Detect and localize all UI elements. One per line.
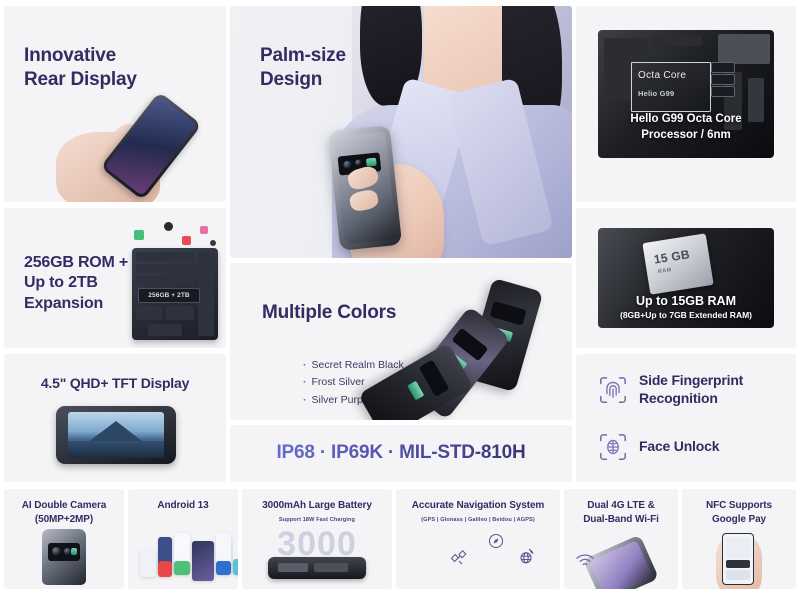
confetti-dot [182,236,191,245]
ram-photo: 15 GB RAM Up to 15GB RAM (8GB+Up to 7GB … [598,228,774,328]
colors-title: Multiple Colors [262,302,397,323]
panel-biometrics: Side Fingerprint Recognition Face Unlock [576,354,796,482]
tile-android-13: Android 13 [128,489,238,589]
compass-icon [488,533,504,554]
panel-certification: IP68 · IP69K · MIL-STD-810H [230,425,572,482]
rear-display-title: Innovative Rear Display [24,45,137,91]
storage-title: 256GB ROM + Up to 2TB Expansion [24,254,129,312]
tile-subtitle: (GPS | Glonass | Galileo | Beidou | AGPS… [421,517,535,523]
feature-face-unlock: Face Unlock [598,432,719,462]
ram-chip-label: RAM [657,267,673,276]
phone-landscape-graphic [56,406,176,464]
phone-side-graphic [268,557,366,579]
certification-text: IP68 · IP69K · MIL-STD-810H [230,442,572,464]
tile-title: AI Double Camera (50MP+2MP) [21,500,107,525]
panel-ram: 15 GB RAM Up to 15GB RAM (8GB+Up to 7GB … [576,208,796,348]
fingerprint-icon [598,375,628,405]
panel-palm-size: Palm-size Design [230,6,572,258]
tile-nfc: NFC Supports Google Pay [682,489,796,589]
face-unlock-icon [598,432,628,462]
android-apps-graphic [140,531,238,583]
product-infographic: Innovative Rear Display 256GB ROM + Up t… [0,0,800,593]
tile-title: Android 13 [157,500,209,511]
panel-colors: Multiple Colors Secret Realm Black Frost… [230,263,572,420]
face-unlock-label: Face Unlock [639,438,720,455]
ram-subcaption: (8GB+Up to 7GB Extended RAM) [620,310,752,320]
tile-title: NFC Supports Google Pay [705,500,773,525]
satellite-icon [450,549,468,572]
tile-title: Dual 4G LTE & Dual-Band Wi-Fi [583,500,659,525]
processor-photo: Octa Core Helio G99 Hello G99 Octa Core … [598,30,774,158]
confetti-dot [164,222,173,231]
ram-chip-size: 15 GB [652,247,691,267]
side-fingerprint-label: Side Fingerprint Recognition [639,372,744,406]
phone-nfc-graphic [722,533,754,585]
confetti-dot [210,240,216,246]
feature-side-fingerprint: Side Fingerprint Recognition [598,372,743,407]
phone-body [333,131,397,245]
confetti-dot [200,226,208,234]
tile-subtitle: Support 18W Fast Charging [278,517,356,523]
palm-size-title: Palm-size Design [260,45,346,91]
confetti-dot [134,230,144,240]
storage-module-graphic: 256GB + 2TB [132,248,218,340]
tile-battery: 3000mAh Large Battery Support 18W Fast C… [242,489,392,589]
camera-module [48,543,80,561]
chip-label-helio: Helio G99 [638,89,675,98]
phone-screen [104,95,198,197]
panel-display: 4.5" QHD+ TFT Display [4,354,226,482]
wallpaper-mountain [68,412,164,458]
display-title: 4.5" QHD+ TFT Display [40,375,190,391]
chip-label-octa-core: Octa Core [638,70,687,81]
tile-ai-double-camera: AI Double Camera (50MP+2MP) [4,489,124,589]
ram-caption-group: Up to 15GB RAM (8GB+Up to 7GB Extended R… [598,294,774,320]
ram-chip-graphic: 15 GB RAM [642,233,714,295]
processor-caption: Hello G99 Octa Core Processor / 6nm [630,112,742,142]
globe-signal-icon [516,547,536,572]
phone-color-fan [357,277,566,420]
panel-rear-display: Innovative Rear Display [4,6,226,202]
tile-connectivity: Dual 4G LTE & Dual-Band Wi-Fi [564,489,678,589]
storage-badge: 256GB + 2TB [138,288,200,303]
panel-storage: 256GB ROM + Up to 2TB Expansion 256GB + … [4,208,226,348]
ram-caption: Up to 15GB RAM [636,294,736,308]
tile-title: Accurate Navigation System [411,500,545,511]
phone-camera-graphic [42,529,86,585]
wifi-signal-icon [574,552,596,573]
tile-navigation: Accurate Navigation System (GPS | Glonas… [396,489,560,589]
phone-palm-size [327,125,403,251]
panel-processor: Octa Core Helio G99 Hello G99 Octa Core … [576,6,796,202]
tile-title: 3000mAh Large Battery [262,500,372,511]
chip-die: Octa Core Helio G99 [631,62,711,112]
